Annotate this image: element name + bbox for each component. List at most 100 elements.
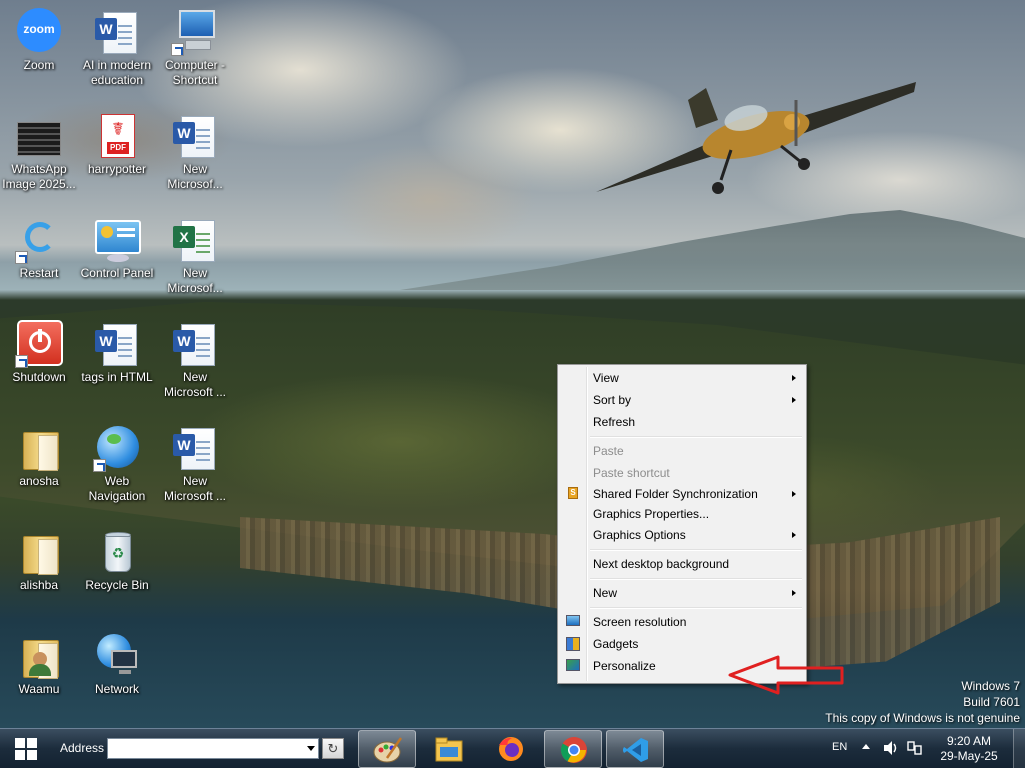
menu-item-label: View: [593, 371, 619, 385]
desktop-icon-label: Computer - Shortcut: [164, 58, 226, 87]
menu-item-shared-folder-sync[interactable]: S Shared Folder Synchronization: [560, 484, 804, 504]
menu-item-view[interactable]: View: [560, 367, 804, 389]
watermark-genuine-notice: This copy of Windows is not genuine: [825, 711, 1020, 725]
refresh-icon: ↻: [327, 741, 339, 756]
show-desktop-button[interactable]: [1013, 729, 1025, 768]
submenu-arrow-icon: [792, 375, 796, 381]
zoom-icon: zoom: [15, 8, 63, 56]
desktop-icon-whatsapp-image[interactable]: WhatsApp Image 2025...: [0, 104, 78, 204]
menu-item-label: Refresh: [593, 415, 636, 429]
taskbar-button-vscode[interactable]: [606, 730, 664, 768]
clock-time: 9:20 AM: [946, 734, 992, 748]
desktop-icon-label: Control Panel: [80, 266, 154, 280]
desktop-icon-label: harrypotter: [87, 162, 147, 176]
monitor-icon: [566, 615, 580, 626]
desktop-icon-new-microsoft-excel[interactable]: X New Microsof...: [156, 208, 234, 308]
desktop-icon-harrypotter[interactable]: ☤ PDF harrypotter: [78, 104, 156, 204]
submenu-arrow-icon: [792, 590, 796, 596]
menu-item-label: Sort by: [593, 393, 632, 407]
desktop-icon-label: AI in modern education: [82, 58, 152, 87]
menu-item-graphics-properties[interactable]: Graphics Properties...: [560, 504, 804, 524]
windows-watermark: Windows 7 Build 7601 This copy of Window…: [825, 678, 1020, 726]
menu-item-gadgets[interactable]: Gadgets: [560, 633, 804, 655]
address-input[interactable]: [109, 740, 299, 757]
computer-icon: [171, 8, 219, 56]
windows-logo-icon: [15, 738, 37, 760]
menu-separator: [590, 575, 804, 582]
shutdown-icon: [15, 320, 63, 368]
show-hidden-icons-chevron-icon[interactable]: [862, 744, 870, 749]
submenu-arrow-icon: [792, 491, 796, 497]
desktop-icon-label: Web Navigation: [88, 474, 146, 503]
menu-item-refresh[interactable]: Refresh: [560, 411, 804, 433]
taskbar-button-firefox[interactable]: [482, 730, 540, 768]
start-button[interactable]: [6, 734, 46, 764]
firefox-icon: [499, 737, 523, 761]
language-indicator[interactable]: EN: [832, 741, 847, 753]
menu-item-paste[interactable]: Paste: [560, 440, 804, 462]
desktop-icon-shutdown[interactable]: Shutdown: [0, 312, 78, 412]
shortcut-arrow-icon: [93, 459, 106, 472]
desktop-icon-new-microsoft-word-3[interactable]: W New Microsoft ...: [156, 416, 234, 516]
desktop-icon-computer-shortcut[interactable]: Computer - Shortcut: [156, 0, 234, 100]
word-document-icon: W: [93, 320, 141, 368]
system-clock[interactable]: 9:20 AM 29-May-25: [930, 734, 1008, 764]
address-go-button[interactable]: ↻: [322, 738, 344, 759]
chevron-down-icon[interactable]: [307, 746, 315, 751]
watermark-edition: Windows 7: [961, 679, 1020, 693]
word-document-icon: W: [171, 112, 219, 160]
wallpaper-mountain: [400, 210, 1025, 290]
folder-icon: [15, 424, 63, 472]
taskbar-button-chrome[interactable]: [544, 730, 602, 768]
shortcut-arrow-icon: [171, 43, 184, 56]
desktop-icon-label: New Microsoft ...: [163, 474, 226, 503]
menu-item-screen-resolution[interactable]: Screen resolution: [560, 611, 804, 633]
airplane-wallpaper-image: [596, 82, 916, 194]
speaker-icon[interactable]: [882, 740, 900, 756]
desktop-icon-web-navigation[interactable]: Web Navigation: [78, 416, 156, 516]
desktop-icon-new-microsoft-word-2[interactable]: W New Microsoft ...: [156, 312, 234, 412]
desktop-icon-new-microsoft-word-1[interactable]: W New Microsof...: [156, 104, 234, 204]
menu-item-label: Gadgets: [593, 637, 639, 651]
sync-icon: S: [568, 487, 578, 499]
address-field[interactable]: [107, 738, 319, 759]
menu-item-label: Screen resolution: [593, 615, 687, 629]
menu-item-new[interactable]: New: [560, 582, 804, 604]
desktop-icon-network[interactable]: Network: [78, 624, 156, 724]
word-document-icon: W: [93, 8, 141, 56]
desktop-icon-alishba[interactable]: alishba: [0, 520, 78, 620]
menu-separator: [590, 604, 804, 611]
menu-item-label: Shared Folder Synchronization: [593, 487, 758, 501]
desktop-icon-tags-in-html[interactable]: W tags in HTML: [78, 312, 156, 412]
desktop-icon-recycle-bin[interactable]: ♻ Recycle Bin: [78, 520, 156, 620]
menu-item-label: Personalize: [593, 659, 656, 673]
menu-item-paste-shortcut[interactable]: Paste shortcut: [560, 462, 804, 484]
network-status-icon[interactable]: [906, 740, 924, 756]
desktop-icon-label: WhatsApp Image 2025...: [2, 162, 76, 191]
desktop-icon-label: Recycle Bin: [85, 578, 149, 592]
desktop-icon-anosha[interactable]: anosha: [0, 416, 78, 516]
desktop-icon-control-panel[interactable]: Control Panel: [78, 208, 156, 308]
clock-date: 29-May-25: [940, 749, 998, 763]
desktop-icon-restart[interactable]: Restart: [0, 208, 78, 308]
menu-item-graphics-options[interactable]: Graphics Options: [560, 524, 804, 546]
desktop-icon-ai-in-modern-education[interactable]: W AI in modern education: [78, 0, 156, 100]
menu-item-sort-by[interactable]: Sort by: [560, 389, 804, 411]
excel-document-icon: X: [171, 216, 219, 264]
desktop-icon-waamu[interactable]: Waamu: [0, 624, 78, 724]
desktop-icon-label: Network: [94, 682, 139, 696]
gadgets-icon: [566, 637, 580, 651]
menu-item-next-desktop-background[interactable]: Next desktop background: [560, 553, 804, 575]
menu-item-label: Paste: [593, 444, 624, 458]
submenu-arrow-icon: [792, 532, 796, 538]
menu-separator: [590, 433, 804, 440]
menu-item-label: New: [593, 586, 618, 600]
desktop-icon-label: New Microsof...: [167, 162, 223, 191]
desktop-icon-zoom[interactable]: zoom Zoom: [0, 0, 78, 100]
taskbar-button-file-explorer[interactable]: [420, 730, 478, 768]
word-document-icon: W: [171, 424, 219, 472]
desktop-icon-label: Waamu: [18, 682, 60, 696]
desktop-icon-label: Shutdown: [12, 370, 66, 384]
recycle-bin-icon: ♻: [93, 528, 141, 576]
taskbar-button-paint[interactable]: [358, 730, 416, 768]
